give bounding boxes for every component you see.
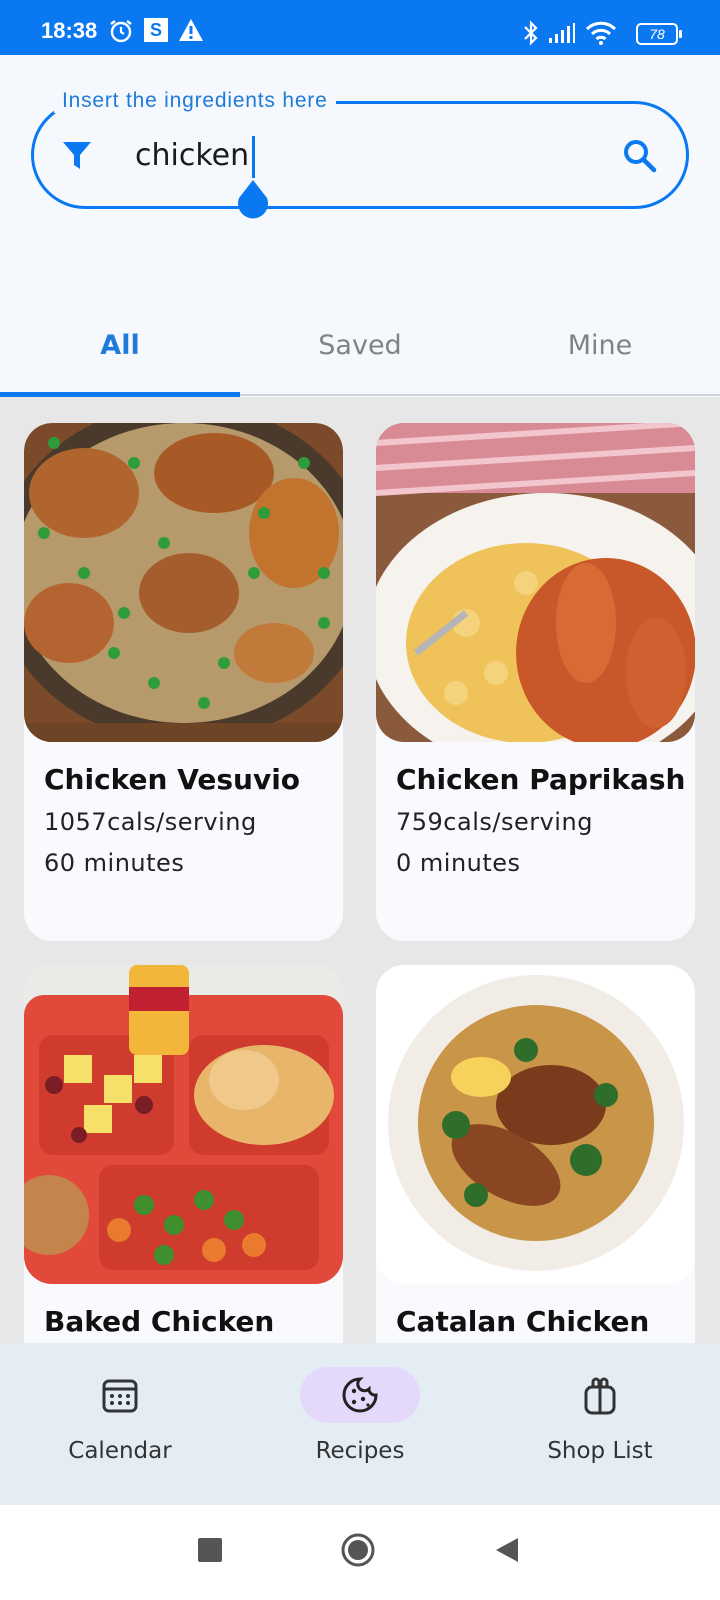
cookie-icon	[342, 1377, 378, 1413]
back-icon[interactable]	[494, 1536, 520, 1564]
bottom-navigation: Calendar Recipes Shop List	[0, 1343, 720, 1505]
alarm-icon	[110, 20, 132, 43]
recipe-title: Catalan Chicken	[396, 1305, 650, 1338]
filter-icon[interactable]	[62, 140, 92, 172]
recipe-photo	[376, 423, 695, 742]
recipe-calories: 759cals/serving	[396, 808, 593, 836]
search-icon[interactable]	[622, 138, 658, 174]
signal-icon	[549, 23, 575, 43]
nav-calendar[interactable]: Calendar	[0, 1343, 240, 1505]
text-selection-handle[interactable]	[233, 180, 273, 224]
recipe-photo	[376, 965, 695, 1284]
recipe-grid: Chicken Vesuvio 1057cals/serving 60 minu…	[0, 397, 720, 1343]
nav-shop-list[interactable]: Shop List	[480, 1343, 720, 1505]
s-app-icon: S	[144, 18, 168, 42]
status-bar: 18:38 S 78	[0, 0, 720, 55]
status-time: 18:38	[41, 18, 98, 43]
ingredients-search-field[interactable]	[31, 101, 689, 209]
warning-icon	[179, 19, 203, 41]
recipe-title: Chicken Paprikash	[396, 763, 686, 796]
recipe-photo	[24, 423, 343, 742]
recipe-title: Chicken Vesuvio	[44, 763, 301, 796]
bluetooth-icon	[524, 20, 538, 46]
recipe-title: Baked Chicken	[44, 1305, 275, 1338]
recipe-photo	[24, 965, 343, 1284]
system-navigation-bar	[0, 1505, 720, 1600]
recipe-time: 60 minutes	[44, 849, 185, 877]
home-icon[interactable]	[340, 1532, 376, 1568]
recipe-tabs: All Saved Mine	[0, 300, 720, 396]
tab-saved[interactable]: Saved	[240, 330, 480, 361]
recipe-card[interactable]: Catalan Chicken	[376, 965, 695, 1343]
recipe-card[interactable]: Chicken Vesuvio 1057cals/serving 60 minu…	[24, 423, 343, 941]
gift-bag-icon	[584, 1377, 616, 1415]
recipe-card[interactable]: Baked Chicken	[24, 965, 343, 1343]
recipe-time: 0 minutes	[396, 849, 521, 877]
nav-label: Recipes	[315, 1438, 405, 1464]
recents-icon[interactable]	[197, 1537, 223, 1563]
nav-recipes[interactable]: Recipes	[240, 1343, 480, 1505]
recipe-card[interactable]: Chicken Paprikash 759cals/serving 0 minu…	[376, 423, 695, 941]
text-cursor	[252, 136, 255, 178]
search-field-label: Insert the ingredients here	[54, 89, 336, 113]
battery-icon: 78	[636, 23, 682, 45]
nav-label: Calendar	[68, 1438, 172, 1464]
recipe-calories: 1057cals/serving	[44, 808, 257, 836]
tab-all[interactable]: All	[0, 330, 240, 361]
calendar-icon	[102, 1379, 138, 1413]
search-input[interactable]: chicken	[135, 138, 249, 173]
wifi-icon	[585, 21, 617, 45]
nav-label: Shop List	[547, 1438, 653, 1464]
tab-mine[interactable]: Mine	[480, 330, 720, 361]
